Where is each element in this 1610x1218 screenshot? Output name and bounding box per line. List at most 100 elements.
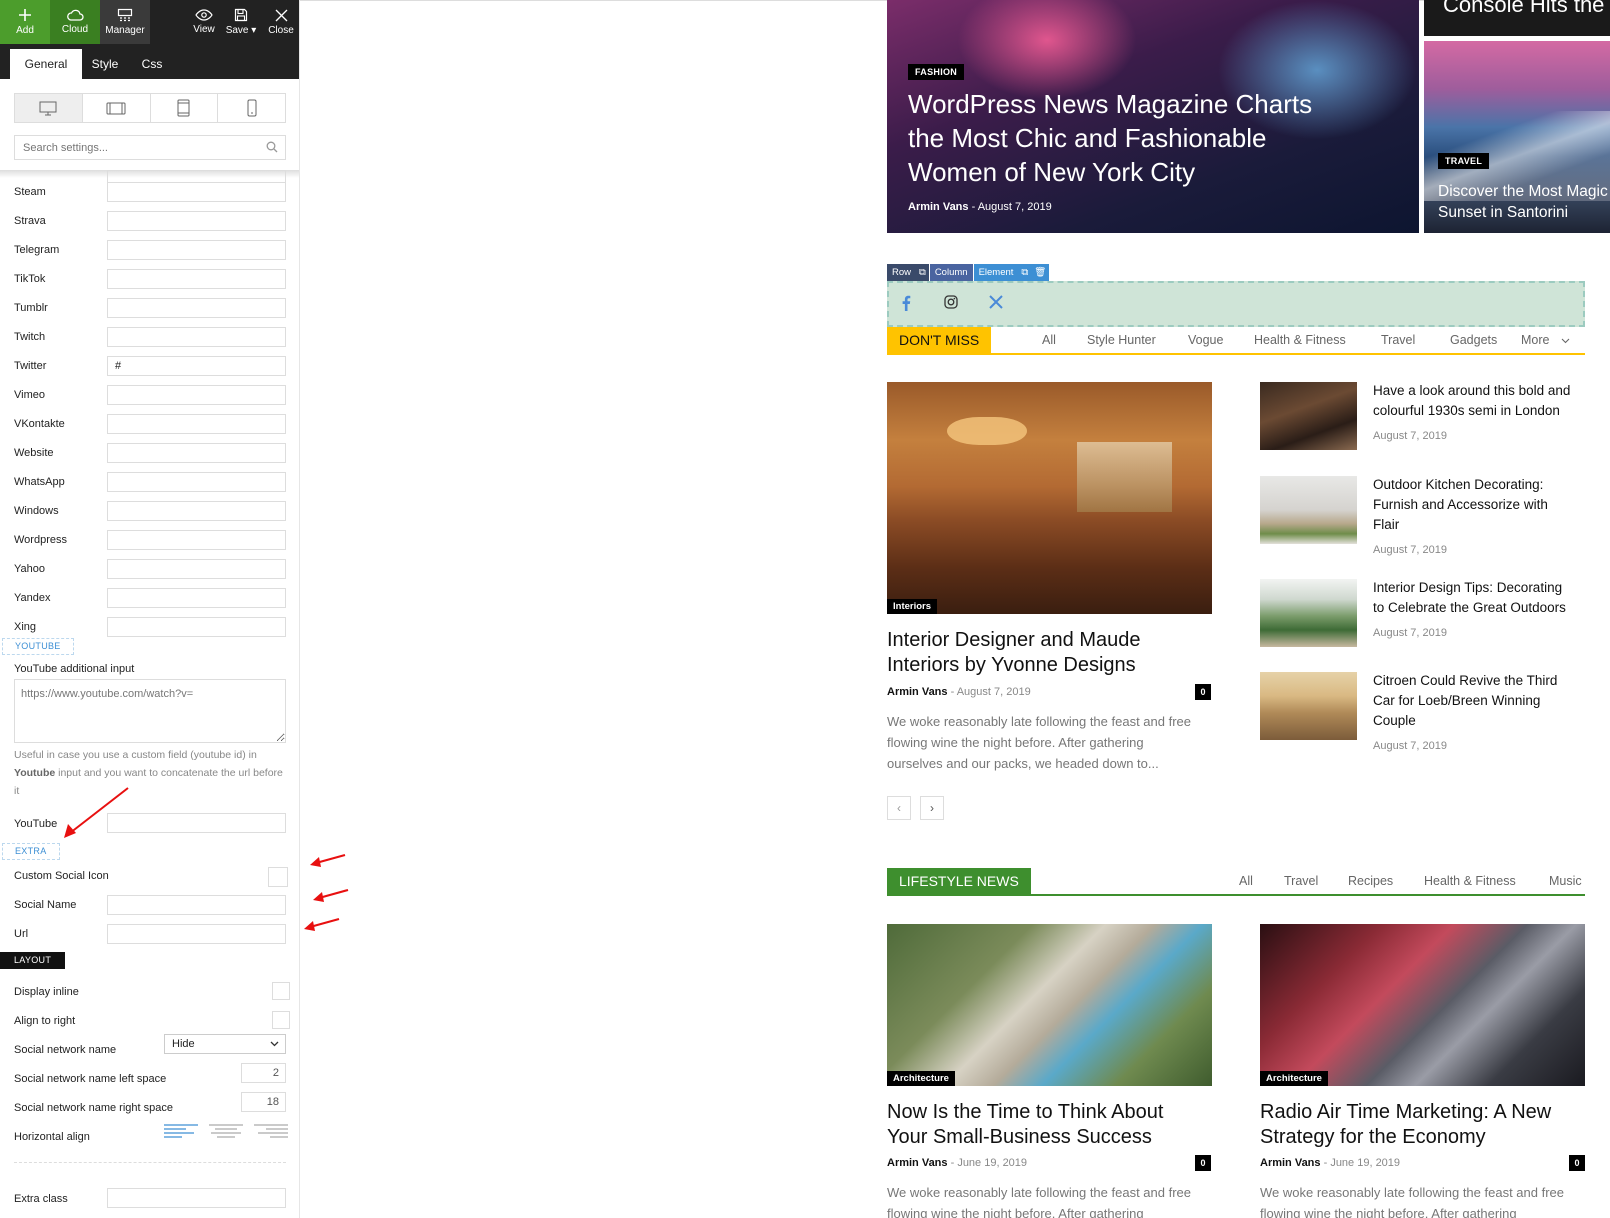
side-post-title[interactable]: Have a look around this bold and colourfu… [1373, 381, 1578, 421]
save-button[interactable]: Save ▾ [222, 0, 260, 44]
add-button[interactable]: Add [0, 0, 50, 44]
device-tablet-portrait[interactable] [151, 94, 219, 122]
view-button[interactable]: View [188, 0, 220, 44]
filter-style-hunter[interactable]: Style Hunter [1087, 333, 1156, 347]
social-field-input[interactable] [107, 443, 286, 463]
post-image-architecture[interactable]: Architecture [887, 924, 1212, 1086]
align-right-checkbox[interactable] [272, 1011, 290, 1029]
network-name-select[interactable]: Hide [164, 1034, 286, 1054]
social-field-input[interactable] [107, 588, 286, 608]
social-field-input[interactable] [107, 385, 286, 405]
hero-side-post[interactable]: TRAVEL Discover the Most Magic Sunset in… [1424, 41, 1610, 233]
post-image-dj[interactable]: Architecture [1260, 924, 1585, 1086]
post-image-interiors[interactable]: Interiors [887, 382, 1212, 614]
filter-more[interactable]: More [1521, 333, 1570, 347]
social-field-input[interactable] [107, 559, 286, 579]
hero-category-tag[interactable]: FASHION [908, 64, 965, 80]
align-center-icon[interactable] [209, 1123, 243, 1139]
social-icons-element[interactable] [887, 281, 1585, 327]
hero-top-right-post[interactable]: Console Hits the [1424, 0, 1610, 36]
filter-travel[interactable]: Travel [1381, 333, 1415, 347]
url-input[interactable] [107, 924, 286, 944]
cloud-button[interactable]: Cloud [50, 0, 100, 44]
element-tag[interactable]: Element [973, 264, 1019, 281]
comment-count[interactable]: 0 [1195, 1155, 1211, 1171]
post-author[interactable]: Armin Vans [887, 686, 948, 698]
social-field-input[interactable] [107, 530, 286, 550]
post-category-tag[interactable]: Architecture [1260, 1071, 1328, 1086]
hero-side-category[interactable]: TRAVEL [1438, 153, 1490, 169]
tab-general[interactable]: General [10, 49, 82, 79]
social-field-input[interactable] [107, 414, 286, 434]
social-field-input[interactable] [107, 472, 286, 492]
filter-all[interactable]: All [1239, 874, 1253, 888]
hero-main-post[interactable]: FASHION WordPress News Magazine Charts t… [887, 0, 1419, 233]
x-twitter-icon[interactable] [989, 295, 1003, 309]
device-tablet-landscape[interactable] [83, 94, 151, 122]
right-space-input[interactable]: 18 [241, 1092, 286, 1112]
side-post-thumb[interactable] [1260, 579, 1357, 647]
social-field-input[interactable] [107, 327, 286, 347]
side-post-title[interactable]: Interior Design Tips: Decorating to Celeb… [1373, 578, 1578, 618]
search-settings-input[interactable] [14, 135, 286, 160]
social-field-input[interactable] [107, 298, 286, 318]
pager-next-button[interactable]: › [920, 796, 944, 820]
column-tag[interactable]: Column [929, 264, 973, 281]
align-right-icon[interactable] [254, 1123, 288, 1139]
align-left-icon[interactable] [164, 1123, 198, 1139]
social-field-input[interactable] [107, 240, 286, 260]
row-tag[interactable]: Row [887, 264, 917, 281]
social-field-input[interactable]: # [107, 356, 286, 376]
extra-class-input[interactable] [107, 1188, 286, 1208]
close-button[interactable]: Close [263, 0, 299, 44]
side-post-thumb[interactable] [1260, 672, 1357, 740]
social-field-input[interactable] [107, 269, 286, 289]
tab-css[interactable]: Css [134, 49, 170, 79]
social-field-input[interactable] [107, 211, 286, 231]
filter-travel[interactable]: Travel [1284, 874, 1318, 888]
social-field-input[interactable] [107, 182, 286, 202]
hero-side-title[interactable]: Discover the Most Magic Sunset in Santor… [1438, 181, 1608, 223]
tab-style[interactable]: Style [84, 49, 126, 79]
post-title[interactable]: Interior Designer and Maude Interiors by… [887, 628, 1212, 678]
left-space-input[interactable]: 2 [241, 1063, 286, 1083]
post-category-tag[interactable]: Interiors [887, 599, 938, 614]
post-author[interactable]: Armin Vans [1260, 1157, 1321, 1169]
device-phone[interactable] [218, 94, 285, 122]
filter-vogue[interactable]: Vogue [1188, 333, 1223, 347]
device-desktop[interactable] [15, 94, 83, 122]
post-category-tag[interactable]: Architecture [887, 1071, 955, 1086]
post-title[interactable]: Radio Air Time Marketing: A New Strategy… [1260, 1100, 1590, 1150]
facebook-icon[interactable] [901, 295, 911, 311]
post-title[interactable]: Now Is the Time to Think About Your Smal… [887, 1100, 1217, 1150]
annotation-arrow-icon [310, 853, 346, 867]
hero-author[interactable]: Armin Vans [908, 201, 969, 213]
comment-count[interactable]: 0 [1569, 1155, 1585, 1171]
filter-recipes[interactable]: Recipes [1348, 874, 1393, 888]
display-inline-checkbox[interactable] [272, 982, 290, 1000]
side-post-thumb[interactable] [1260, 382, 1357, 450]
filter-music[interactable]: Music [1549, 874, 1582, 888]
element-copy-icon[interactable]: ⧉ [1018, 264, 1032, 281]
side-post-title[interactable]: Outdoor Kitchen Decorating: Furnish and A… [1373, 475, 1578, 535]
youtube-additional-input[interactable]: https://www.youtube.com/watch?v= [14, 679, 286, 743]
post-author[interactable]: Armin Vans [887, 1157, 948, 1169]
social-field-input[interactable] [107, 501, 286, 521]
instagram-icon[interactable] [944, 295, 958, 309]
filter-health-fitness[interactable]: Health & Fitness [1254, 333, 1346, 347]
element-delete-icon[interactable]: 🗑 [1031, 264, 1050, 281]
side-post-title[interactable]: Citroen Could Revive the Third Car for Lo… [1373, 671, 1578, 731]
hero-top-right-title[interactable]: Console Hits the [1443, 0, 1604, 18]
filter-all[interactable]: All [1042, 333, 1056, 347]
side-post-thumb[interactable] [1260, 476, 1357, 544]
filter-gadgets[interactable]: Gadgets [1450, 333, 1497, 347]
social-name-input[interactable] [107, 895, 286, 915]
social-field-input[interactable] [107, 617, 286, 637]
manager-button[interactable]: Manager [100, 0, 150, 44]
hero-title[interactable]: WordPress News Magazine Charts the Most … [908, 87, 1312, 189]
row-copy-icon[interactable]: ⧉ [916, 264, 929, 281]
comment-count[interactable]: 0 [1195, 684, 1211, 700]
filter-health-fitness[interactable]: Health & Fitness [1424, 874, 1516, 888]
custom-social-icon-upload[interactable] [268, 867, 288, 887]
pager-prev-button[interactable]: ‹ [887, 796, 911, 820]
